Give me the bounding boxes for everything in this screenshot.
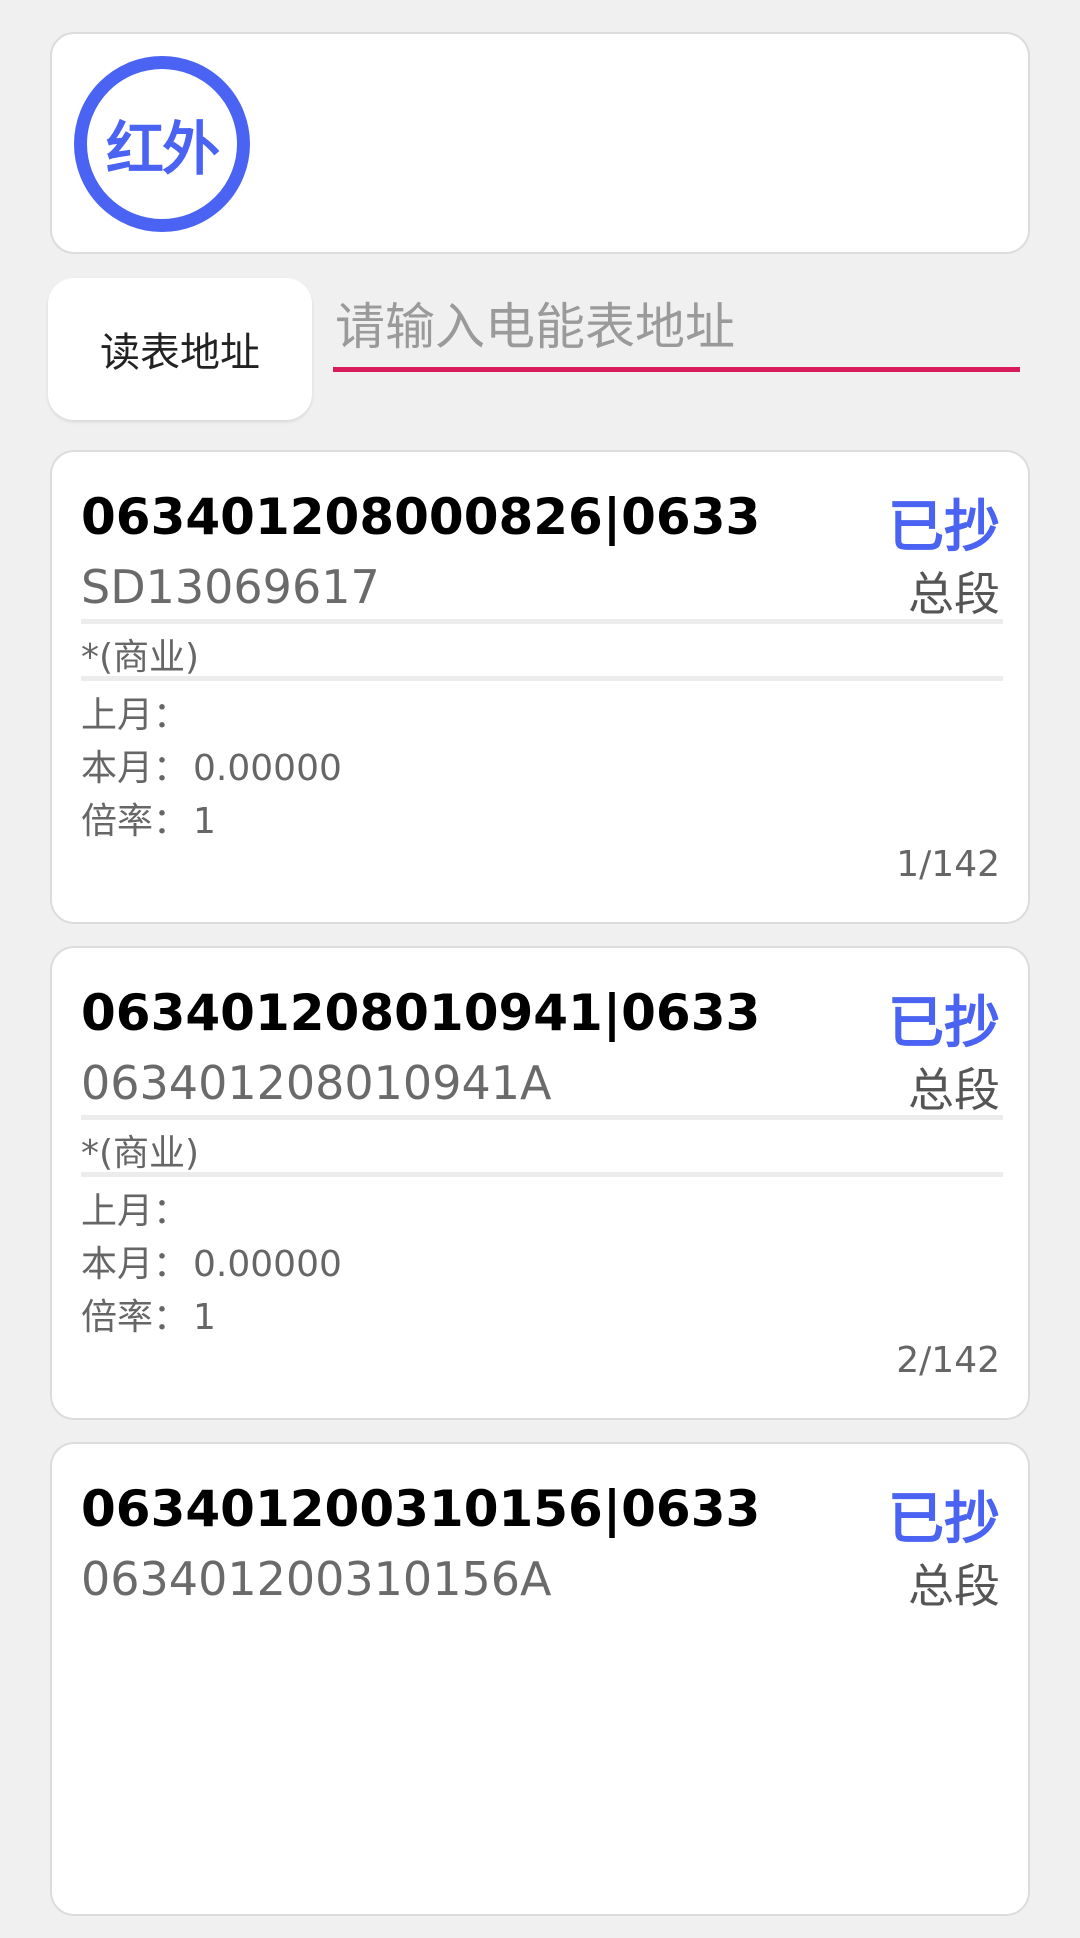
segment-label: 总段	[908, 1559, 1000, 1613]
meter-card[interactable]: 063401208000826|0633 已抄 SD13069617 总段 *(…	[50, 450, 1030, 924]
rate-value: 1	[193, 1297, 216, 1338]
read-status: 已抄	[888, 1487, 1000, 1552]
divider	[81, 1115, 1003, 1120]
meter-id: 063401208000826|0633	[81, 488, 761, 546]
last-month-row: 上月：	[81, 686, 193, 738]
meter-address-input[interactable]	[333, 286, 1020, 372]
divider	[81, 676, 1003, 681]
read-status: 已抄	[888, 495, 1000, 560]
meter-list: 063401208000826|0633 已抄 SD13069617 总段 *(…	[50, 450, 1030, 1938]
infrared-label: 红外	[105, 115, 220, 183]
last-month-label: 上月：	[81, 695, 190, 736]
rate-row: 倍率： 1	[81, 792, 216, 844]
divider	[81, 1172, 1003, 1177]
asset-number: SD13069617	[81, 560, 380, 614]
last-month-row: 上月：	[81, 1182, 193, 1234]
record-index: 1/142	[896, 844, 1000, 885]
read-address-button[interactable]: 读表地址	[48, 278, 312, 420]
this-month-row: 本月： 0.00000	[81, 1235, 342, 1287]
asset-number: 063401200310156A	[81, 1552, 552, 1606]
asset-number: 063401208010941A	[81, 1056, 552, 1110]
meter-card[interactable]: 063401208010941|0633 已抄 063401208010941A…	[50, 946, 1030, 1420]
divider	[81, 619, 1003, 624]
rate-label: 倍率：	[81, 1297, 190, 1338]
infrared-button[interactable]: 红外	[74, 56, 250, 232]
rate-row: 倍率： 1	[81, 1288, 216, 1340]
infrared-panel: 红外	[50, 32, 1030, 254]
rate-value: 1	[193, 801, 216, 842]
this-month-label: 本月：	[81, 748, 190, 789]
this-month-value: 0.00000	[193, 748, 342, 789]
meter-card[interactable]: 063401200310156|0633 已抄 063401200310156A…	[50, 1442, 1030, 1916]
record-index: 2/142	[896, 1340, 1000, 1381]
read-address-row: 读表地址	[48, 278, 1030, 420]
read-status: 已抄	[888, 991, 1000, 1056]
this-month-value: 0.00000	[193, 1244, 342, 1285]
last-month-label: 上月：	[81, 1191, 190, 1232]
segment-label: 总段	[908, 567, 1000, 621]
segment-label: 总段	[908, 1063, 1000, 1117]
this-month-row: 本月： 0.00000	[81, 739, 342, 791]
read-address-label: 读表地址	[100, 330, 260, 376]
this-month-label: 本月：	[81, 1244, 190, 1285]
category-label: *(商业)	[81, 637, 200, 678]
rate-label: 倍率：	[81, 801, 190, 842]
category-label: *(商业)	[81, 1133, 200, 1174]
meter-id: 063401200310156|0633	[81, 1480, 761, 1538]
meter-id: 063401208010941|0633	[81, 984, 761, 1042]
